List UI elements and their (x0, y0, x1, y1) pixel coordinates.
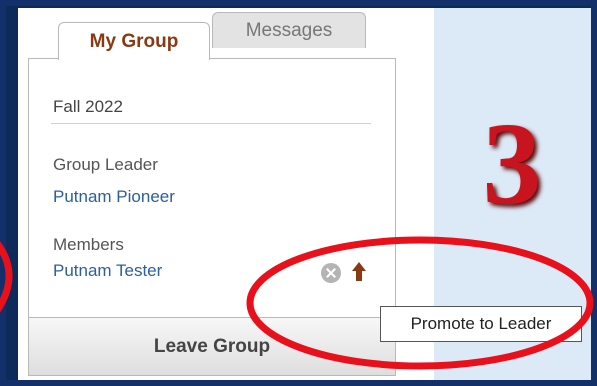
step-number: 3 (482, 98, 542, 229)
group-leader-label: Group Leader (53, 155, 158, 174)
leave-group-button[interactable]: Leave Group (29, 317, 395, 375)
group-panel: Fall 2022 Group Leader Putnam Pioneer Me… (28, 58, 396, 376)
members-label: Members (53, 235, 124, 254)
tab-messages[interactable]: Messages (212, 12, 366, 48)
member-link[interactable]: Putnam Tester (53, 261, 162, 281)
divider (51, 123, 371, 124)
remove-member-icon[interactable] (321, 263, 341, 283)
tab-my-group[interactable]: My Group (58, 22, 210, 60)
annotation-arc-left (0, 241, 13, 313)
promote-arrow-icon[interactable] (351, 261, 367, 283)
group-leader-link[interactable]: Putnam Pioneer (53, 187, 175, 207)
promote-tooltip: Promote to Leader (380, 306, 582, 342)
term-label: Fall 2022 (53, 97, 123, 116)
